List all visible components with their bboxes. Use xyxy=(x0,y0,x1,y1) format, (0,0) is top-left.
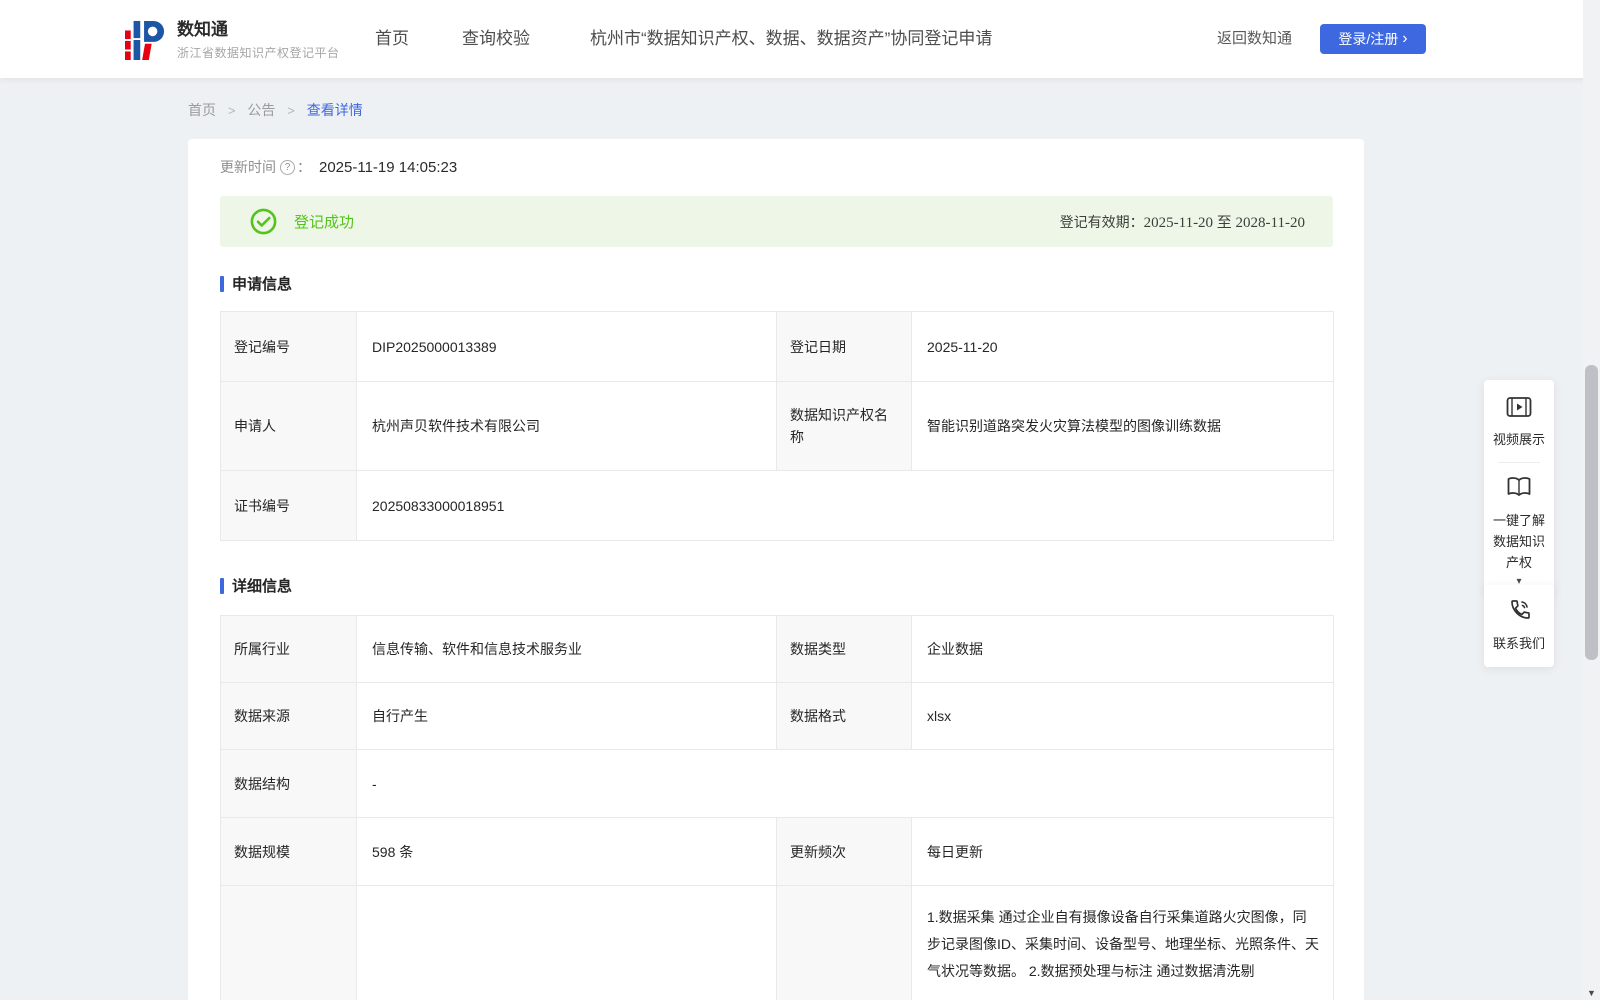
table-row: 数据结构 - xyxy=(221,750,1334,818)
validity-period: 登记有效期：2025-11-20 至 2028-11-20 xyxy=(1060,211,1333,232)
nav-item-query-verify[interactable]: 查询校验 xyxy=(462,0,530,78)
breadcrumb: 首页 > 公告 > 查看详情 xyxy=(188,100,363,120)
table-row: 申请人 杭州声贝软件技术有限公司 数据知识产权名称 智能识别道路突发火灾算法模型… xyxy=(221,382,1334,471)
scrollbar-thumb[interactable] xyxy=(1585,365,1598,660)
field-value: 20250833000018951 xyxy=(357,471,1334,541)
breadcrumb-view-details: 查看详情 xyxy=(307,102,363,118)
section-accent-bar xyxy=(220,276,224,292)
phone-icon xyxy=(1507,598,1531,622)
help-icon[interactable]: ? xyxy=(280,160,295,175)
field-label: 数据来源 xyxy=(221,683,357,750)
logo[interactable]: 数知通 浙江省数据知识产权登记平台 xyxy=(125,19,340,61)
video-icon xyxy=(1506,396,1532,418)
field-value xyxy=(357,886,777,1000)
field-label: 数据规模 xyxy=(221,818,357,886)
field-value: xlsx xyxy=(912,683,1334,750)
learn-data-ip-button[interactable]: 一键了解数据知识产权 xyxy=(1488,475,1550,573)
field-label: 申请人 xyxy=(221,382,357,471)
update-time-row: 更新时间 ? ： 2025-11-19 14:05:23 xyxy=(220,157,457,177)
contact-us-label: 联系我们 xyxy=(1488,633,1550,654)
field-label xyxy=(221,886,357,1000)
section-apply-info: 申请信息 xyxy=(220,273,292,294)
field-value: - xyxy=(357,750,1334,818)
section-accent-bar xyxy=(220,578,224,594)
video-showcase-button[interactable]: 视频展示 xyxy=(1488,396,1550,450)
field-label: 数据结构 xyxy=(221,750,357,818)
learn-data-ip-label: 一键了解数据知识产权 xyxy=(1488,510,1550,573)
divider xyxy=(1498,462,1540,463)
book-icon xyxy=(1506,475,1532,499)
table-row: 登记编号 DIP2025000013389 登记日期 2025-11-20 xyxy=(221,312,1334,382)
field-value: 企业数据 xyxy=(912,616,1334,683)
field-label: 所属行业 xyxy=(221,616,357,683)
field-value: 自行产生 xyxy=(357,683,777,750)
floating-panel-top: 视频展示 一键了解数据知识产权 ▾ xyxy=(1484,380,1554,594)
field-value: 598 条 xyxy=(357,818,777,886)
field-value: 智能识别道路突发火灾算法模型的图像训练数据 xyxy=(912,382,1334,471)
detail-content-card: 更新时间 ? ： 2025-11-19 14:05:23 登记成功 登记有效期：… xyxy=(188,139,1364,1000)
breadcrumb-announcements[interactable]: 公告 xyxy=(247,102,275,118)
validity-dates: 2025-11-20 至 2028-11-20 xyxy=(1144,215,1305,231)
registration-success-banner: 登记成功 登记有效期：2025-11-20 至 2028-11-20 xyxy=(220,196,1333,247)
detail-info-table: 所属行业 信息传输、软件和信息技术服务业 数据类型 企业数据 数据来源 自行产生… xyxy=(220,615,1334,1000)
field-label: 登记日期 xyxy=(777,312,912,382)
logo-subtitle: 浙江省数据知识产权登记平台 xyxy=(177,44,340,61)
update-time-value: 2025-11-19 14:05:23 xyxy=(319,159,457,176)
table-row: 1.数据采集 通过企业自有摄像设备自行采集道路火灾图像，同步记录图像ID、采集时… xyxy=(221,886,1334,1000)
field-label: 更新频次 xyxy=(777,818,912,886)
section-apply-info-title: 申请信息 xyxy=(232,273,292,294)
field-label: 数据格式 xyxy=(777,683,912,750)
field-label xyxy=(777,886,912,1000)
breadcrumb-home[interactable]: 首页 xyxy=(188,102,216,118)
back-to-shuzhitong-link[interactable]: 返回数知通 xyxy=(1217,0,1292,78)
login-register-label: 登录/注册 xyxy=(1338,29,1398,49)
field-value-data-processing: 1.数据采集 通过企业自有摄像设备自行采集道路火灾图像，同步记录图像ID、采集时… xyxy=(912,886,1334,1000)
update-time-colon: ： xyxy=(297,157,311,177)
table-row: 所属行业 信息传输、软件和信息技术服务业 数据类型 企业数据 xyxy=(221,616,1334,683)
field-value: 杭州声贝软件技术有限公司 xyxy=(357,382,777,471)
floating-panel-contact[interactable]: 联系我们 xyxy=(1484,585,1554,667)
field-label: 数据知识产权名称 xyxy=(777,382,912,471)
field-value: 2025-11-20 xyxy=(912,312,1334,382)
breadcrumb-separator: > xyxy=(287,103,295,118)
chevron-right-icon: › xyxy=(1402,32,1407,46)
field-label: 登记编号 xyxy=(221,312,357,382)
video-showcase-label: 视频展示 xyxy=(1488,429,1550,450)
top-navigation-bar: 数知通 浙江省数据知识产权登记平台 首页 查询校验 杭州市“数据知识产权、数据、… xyxy=(0,0,1600,78)
section-detail-info: 详细信息 xyxy=(220,575,292,596)
nav-item-hangzhou-collaborative-registration[interactable]: 杭州市“数据知识产权、数据、数据资产”协同登记申请 xyxy=(590,0,992,78)
field-label: 证书编号 xyxy=(221,471,357,541)
scrollbar[interactable]: ▼ xyxy=(1583,0,1600,1000)
logo-ip-icon xyxy=(125,19,165,61)
nav-item-home[interactable]: 首页 xyxy=(375,0,409,78)
table-row: 数据规模 598 条 更新频次 每日更新 xyxy=(221,818,1334,886)
status-badge: 登记成功 xyxy=(294,211,354,232)
login-register-button[interactable]: 登录/注册 › xyxy=(1320,24,1426,54)
field-value: DIP2025000013389 xyxy=(357,312,777,382)
section-detail-info-title: 详细信息 xyxy=(232,575,292,596)
field-value: 信息传输、软件和信息技术服务业 xyxy=(357,616,777,683)
breadcrumb-separator: > xyxy=(228,103,236,118)
scrollbar-down-arrow[interactable]: ▼ xyxy=(1583,988,1600,998)
table-row: 数据来源 自行产生 数据格式 xlsx xyxy=(221,683,1334,750)
field-label: 数据类型 xyxy=(777,616,912,683)
field-value: 每日更新 xyxy=(912,818,1334,886)
validity-label: 登记有效期： xyxy=(1060,214,1144,230)
apply-info-table: 登记编号 DIP2025000013389 登记日期 2025-11-20 申请… xyxy=(220,311,1334,541)
logo-title: 数知通 xyxy=(177,20,340,40)
table-row: 证书编号 20250833000018951 xyxy=(221,471,1334,541)
check-circle-icon xyxy=(250,208,277,235)
update-time-label: 更新时间 xyxy=(220,157,276,177)
